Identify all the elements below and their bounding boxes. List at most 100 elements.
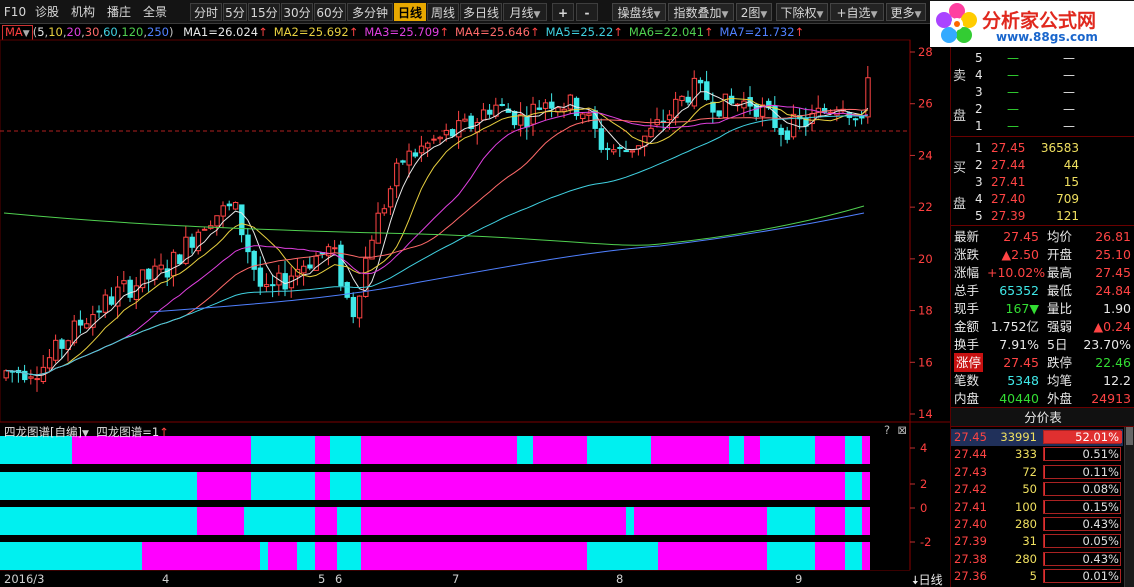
quote-row: 内盘 40440 外盘 24913 — [951, 389, 1134, 408]
help-icon[interactable]: ? — [884, 423, 890, 437]
price-table-row[interactable]: 27.41 100 0.15% — [951, 499, 1123, 516]
kline-chart[interactable]: 2826242220181614420-2 — [0, 24, 950, 570]
buy-level-row[interactable]: 4 27.40 709 — [967, 190, 1134, 208]
indicator-tick-label: 4 — [920, 441, 927, 455]
price-table-row[interactable]: 27.40 280 0.43% — [951, 516, 1123, 533]
close-icon[interactable]: ⊠ — [897, 423, 907, 437]
indicator-value: 四龙图谱=1 — [96, 425, 160, 439]
date-tick: 6 — [335, 572, 343, 586]
row-volume: 33991 — [1000, 430, 1037, 444]
level-price: — — [1007, 102, 1019, 116]
indicator-tick-label: 0 — [920, 501, 927, 515]
indicator-band-segment — [337, 507, 361, 535]
buy-label: 买 — [953, 161, 967, 176]
down-arrow-icon: 🠇 — [912, 573, 919, 587]
period-tab-monthly[interactable]: 月线▼ — [503, 3, 547, 21]
ex-rights-dropdown[interactable]: 下除权▼ — [776, 3, 828, 21]
candle-down — [511, 110, 518, 126]
chart-layout-dropdown[interactable]: 2图▼ — [736, 3, 772, 21]
buy-level-row[interactable]: 1 27.45 36583 — [967, 139, 1134, 157]
trading-line-dropdown[interactable]: 操盘线▼ — [612, 3, 666, 21]
period-tab-30min[interactable]: 30分 — [281, 3, 313, 21]
candle-down — [177, 254, 183, 265]
price-table-row[interactable]: 27.43 72 0.11% — [951, 464, 1123, 481]
price-table-scrollbar[interactable] — [1124, 427, 1134, 587]
row-percent: 0.08% — [1082, 482, 1119, 497]
menu-diagnose[interactable]: 诊股 — [30, 3, 64, 21]
period-tab-15min[interactable]: 15分 — [248, 3, 280, 21]
candle-down — [704, 81, 710, 100]
level-number: 3 — [975, 85, 983, 99]
period-tab-multimin[interactable]: 多分钟 — [347, 3, 393, 21]
level-volume: — — [1063, 51, 1075, 65]
sell-level-row[interactable]: 5 — — — [967, 49, 1134, 67]
level-price: 27.45 — [991, 141, 1026, 155]
price-table-row[interactable]: 27.38 280 0.43% — [951, 551, 1123, 568]
candle-up — [102, 294, 109, 313]
quote-key: 开盘 — [1047, 247, 1073, 262]
quote-key: 5日 — [1047, 337, 1068, 352]
watchlist-dropdown[interactable]: +自选▼ — [830, 3, 884, 21]
date-tick: 4 — [162, 572, 170, 586]
menu-panorama[interactable]: 全景 — [138, 3, 172, 21]
period-tab-multiday[interactable]: 多日线 — [460, 3, 502, 21]
period-tab-weekly[interactable]: 周线 — [427, 3, 459, 21]
candle-down — [499, 103, 505, 106]
index-overlay-dropdown[interactable]: 指数叠加▼ — [668, 3, 734, 21]
level-volume: 44 — [1063, 158, 1079, 172]
candle-up — [381, 208, 388, 214]
menu-institution[interactable]: 机构 — [66, 3, 100, 21]
candle-up — [375, 212, 381, 244]
period-tab-60min[interactable]: 60分 — [314, 3, 346, 21]
period-tab-5min[interactable]: 5分 — [223, 3, 247, 21]
quote-key: 量比 — [1047, 301, 1073, 316]
price-tick-label: 22 — [918, 200, 933, 214]
scrollbar-thumb[interactable] — [1126, 427, 1133, 445]
indicator-band-segment — [0, 472, 197, 500]
quote-row: 涨幅 +10.02% 最高 27.45 — [951, 263, 1134, 282]
indicator-name: 四龙图谱[自编] — [4, 425, 82, 439]
indicator-band-segment — [533, 436, 587, 464]
zoom-out-button[interactable]: - — [576, 3, 598, 21]
logo-title: 分析家公式网 — [982, 10, 1097, 32]
price-table-row[interactable]: 27.42 50 0.08% — [951, 481, 1123, 498]
period-switch[interactable]: 🠇日线 — [912, 571, 943, 587]
more-dropdown[interactable]: 更多▼ — [886, 3, 926, 21]
indicator-controls: ? ⊠ — [884, 423, 907, 437]
menu-dealer[interactable]: 播庄 — [102, 3, 136, 21]
sell-level-row[interactable]: 1 — — — [967, 117, 1134, 135]
price-table-title[interactable]: 分价表 — [951, 407, 1134, 427]
monthly-label: 月线 — [509, 6, 534, 20]
quote-value: 24.84 — [1095, 283, 1131, 298]
chevron-down-icon[interactable]: ▼ — [82, 429, 89, 439]
f10-button[interactable]: F10 — [2, 3, 28, 21]
price-table-row[interactable]: 27.39 31 0.05% — [951, 533, 1123, 550]
candle-down — [549, 101, 555, 109]
sell-level-row[interactable]: 3 — — — [967, 83, 1134, 101]
logo-url: www.88gs.com — [996, 30, 1098, 44]
buy-level-row[interactable]: 2 27.44 44 — [967, 156, 1134, 174]
price-table-row[interactable]: 27.44 333 0.51% — [951, 446, 1123, 463]
buy-level-row[interactable]: 3 27.41 15 — [967, 173, 1134, 191]
candle-up — [418, 145, 425, 154]
period-tab-intraday[interactable]: 分时 — [190, 3, 222, 21]
quote-value: ▲2.50 — [1001, 247, 1039, 262]
price-table-row[interactable]: 27.36 5 0.01% — [951, 568, 1123, 585]
indicator-band-segment — [361, 507, 626, 535]
buy-label: 盘 — [953, 197, 967, 212]
price-table-row[interactable]: 27.45 33991 52.01% — [951, 429, 1123, 446]
level-number: 5 — [975, 51, 983, 65]
buy-level-row[interactable]: 5 27.39 121 — [967, 207, 1134, 225]
sell-level-row[interactable]: 2 — — — [967, 100, 1134, 118]
candle-up — [679, 95, 685, 102]
period-tab-daily[interactable]: 日线 — [394, 3, 426, 21]
quote-value: 65352 — [999, 283, 1039, 298]
level-price: 27.39 — [991, 209, 1026, 223]
candle-up — [443, 129, 450, 136]
indicator-band-segment — [0, 507, 197, 535]
candle-up — [586, 113, 592, 116]
sell-level-row[interactable]: 4 — — — [967, 66, 1134, 84]
indicator-band-segment — [658, 542, 767, 570]
candle-down — [146, 268, 152, 280]
zoom-in-button[interactable]: + — [552, 3, 574, 21]
